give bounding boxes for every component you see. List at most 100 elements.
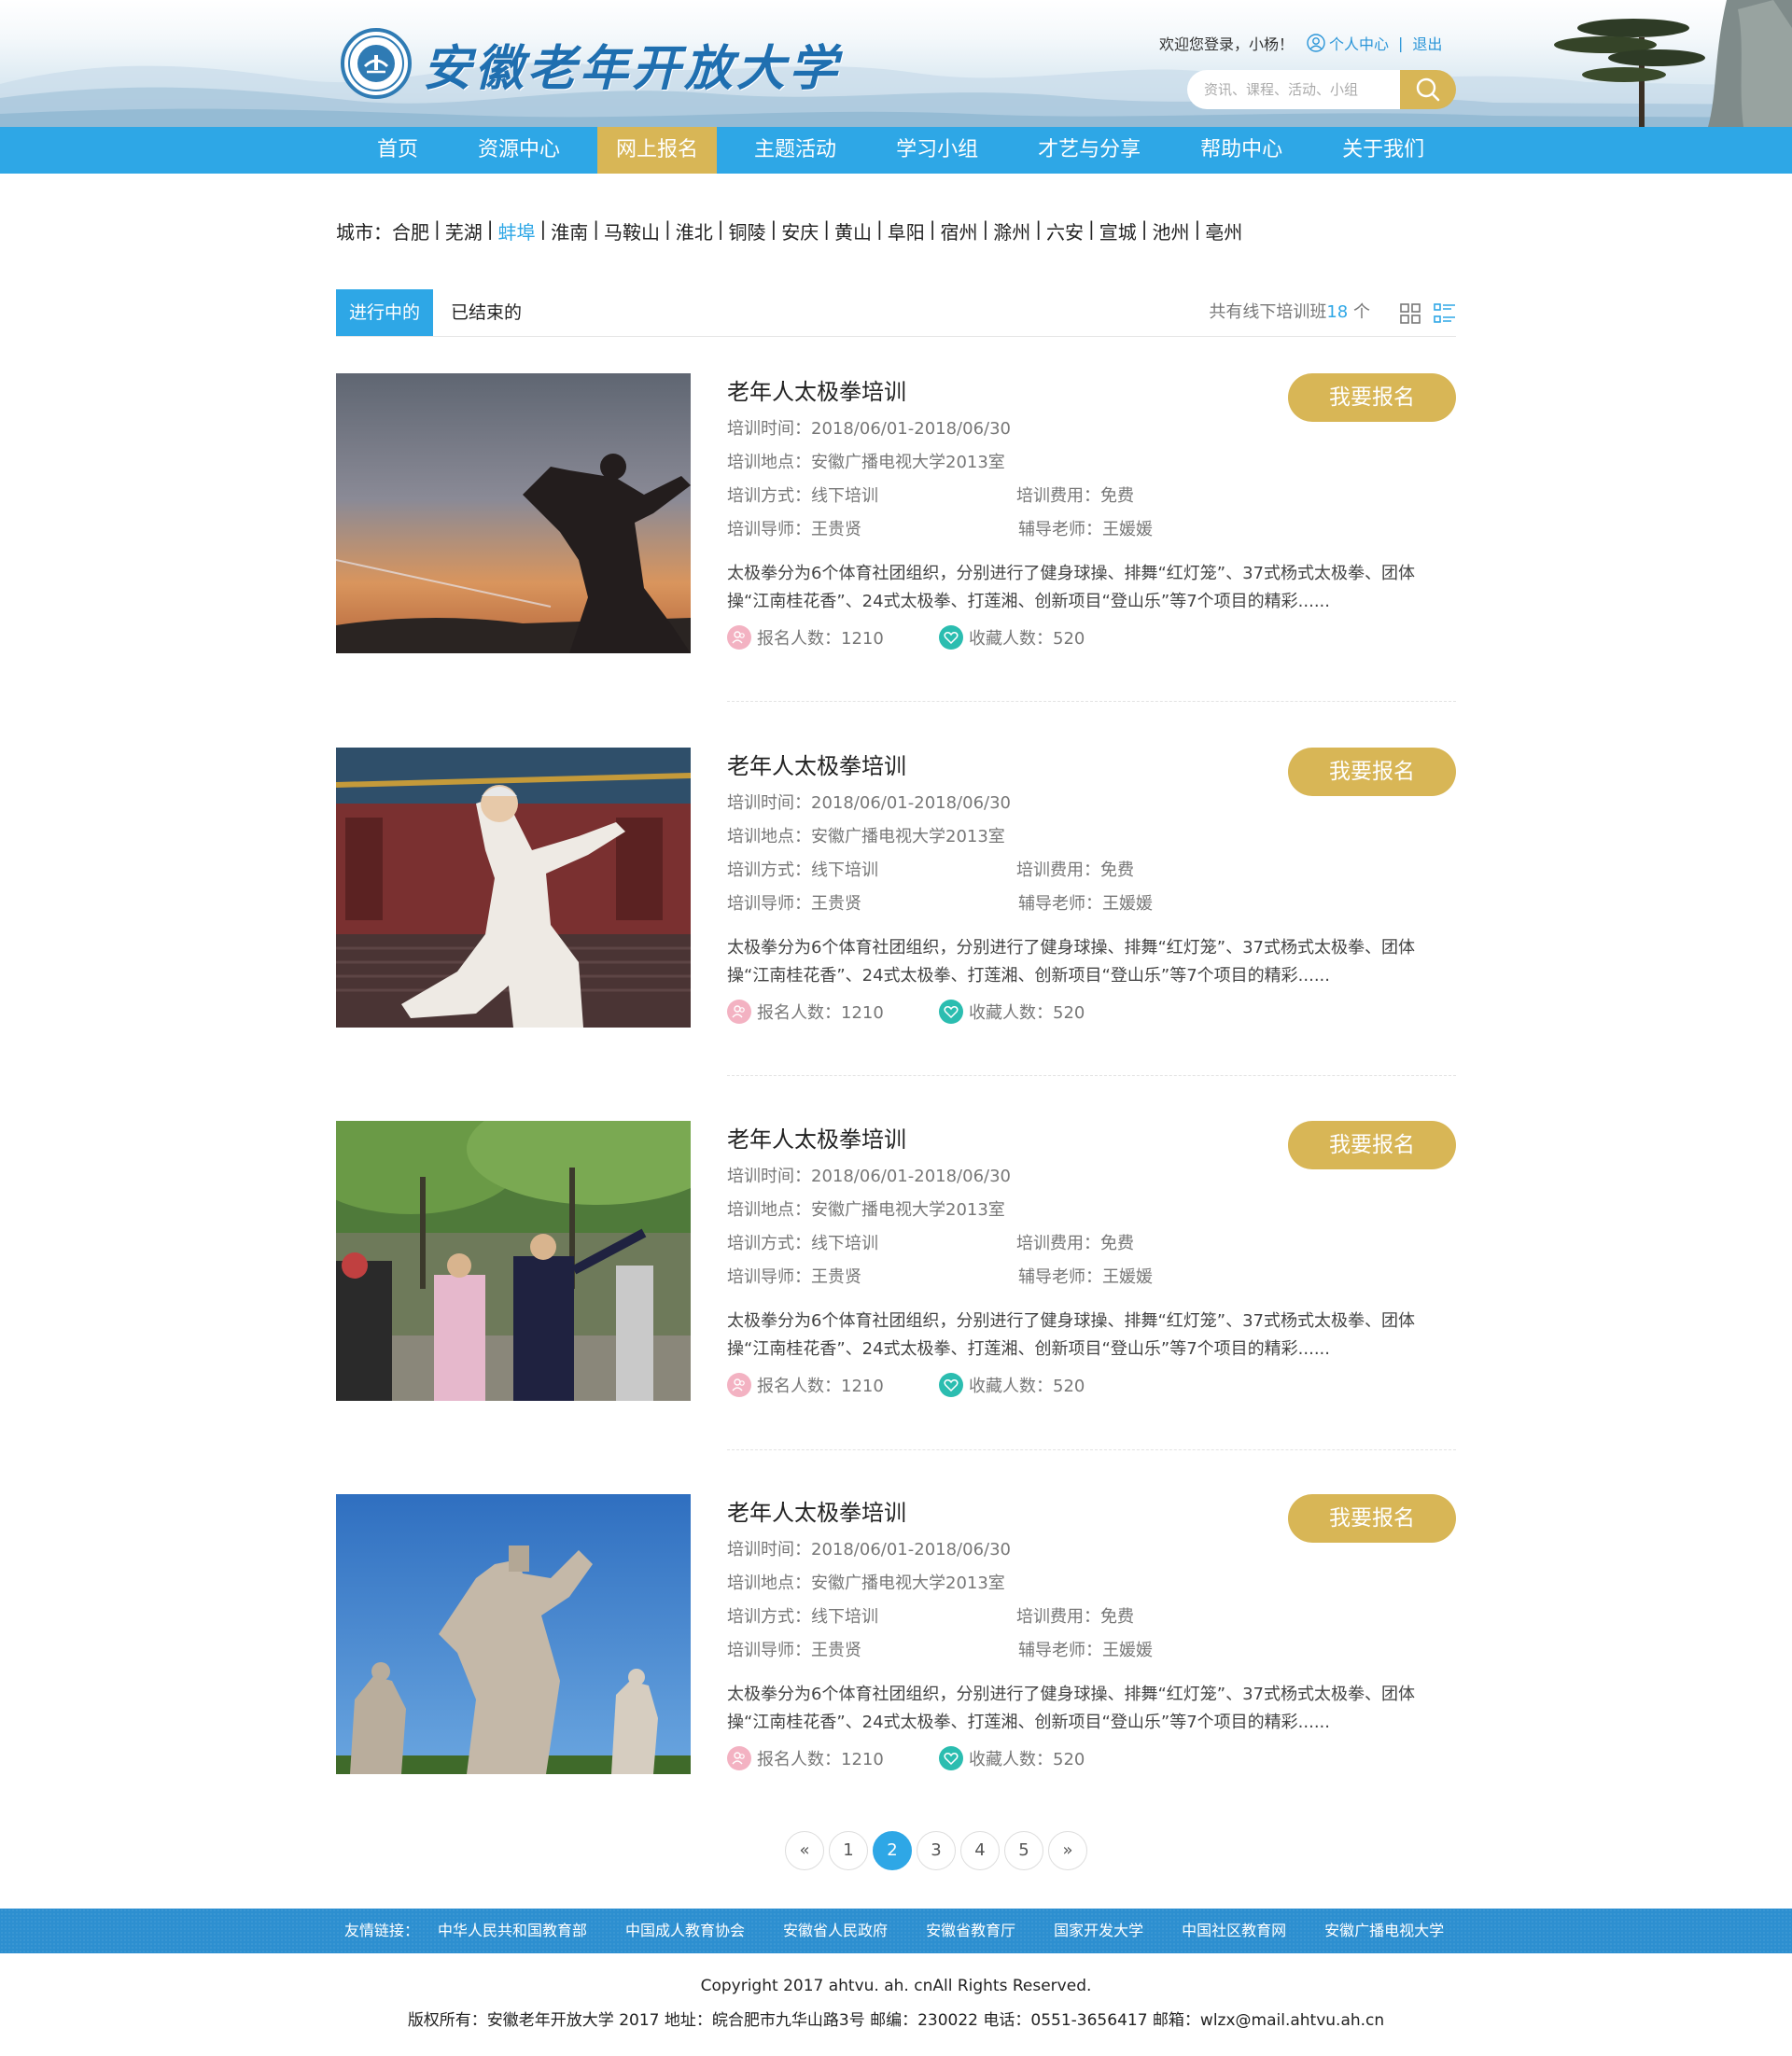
favorite-count-text: 收藏人数：520 — [969, 629, 1085, 649]
total-count: 共有线下培训班18 个 — [1209, 289, 1370, 336]
course-time: 培训时间：2018/06/01-2018/06/30 — [727, 793, 1011, 813]
page-button[interactable]: 3 — [917, 1831, 956, 1870]
course-place: 培训地点：安徽广播电视大学2013室 — [727, 827, 1005, 846]
status-tabs: 进行中的 已结束的 共有线下培训班18 个 — [336, 289, 1456, 337]
city-option[interactable]: 淮北 — [676, 217, 713, 245]
city-option[interactable]: 池州 — [1153, 217, 1190, 245]
city-option[interactable]: 淮南 — [551, 217, 588, 245]
friend-link[interactable]: 国家开发大学 — [1054, 1909, 1143, 1953]
city-option[interactable]: 黄山 — [834, 217, 872, 245]
friend-links-label: 友情链接： — [344, 1922, 420, 1939]
course-mode: 培训方式：线下培训 — [727, 486, 878, 506]
people-icon — [727, 1746, 751, 1770]
page-button-current[interactable]: 2 — [873, 1831, 912, 1870]
nav-item-resources[interactable]: 资源中心 — [455, 127, 582, 174]
course-description: 太极拳分为6个体育社团组织，分别进行了健身球操、排舞“红灯笼”、37式杨式太极拳… — [727, 564, 1416, 611]
course-fee: 培训费用：免费 — [1016, 1234, 1134, 1253]
course-assistant: 辅导老师：王媛媛 — [1018, 1641, 1153, 1660]
course-title[interactable]: 老年人太极拳培训 — [727, 1121, 906, 1154]
signup-count-text: 报名人数：1210 — [757, 1750, 884, 1769]
nav-item-activities[interactable]: 主题活动 — [732, 127, 859, 174]
city-option[interactable]: 宿州 — [941, 217, 978, 245]
course-title[interactable]: 老年人太极拳培训 — [727, 748, 906, 780]
course-time: 培训时间：2018/06/01-2018/06/30 — [727, 1540, 1011, 1559]
page-button[interactable]: 4 — [960, 1831, 1000, 1870]
nav-item-help[interactable]: 帮助中心 — [1178, 127, 1305, 174]
search-button[interactable] — [1400, 70, 1456, 109]
course-mode: 培训方式：线下培训 — [727, 1607, 878, 1627]
total-suffix: 个 — [1348, 302, 1370, 322]
signup-count: 报名人数：1210 — [727, 1373, 884, 1397]
people-icon — [727, 625, 751, 650]
course-title[interactable]: 老年人太极拳培训 — [727, 1494, 906, 1527]
prev-page-button[interactable]: « — [785, 1831, 824, 1870]
heart-icon — [939, 1373, 963, 1397]
welcome-text: 欢迎您登录，小杨！ — [1159, 35, 1295, 53]
item-divider — [727, 1449, 1456, 1450]
nav-item-study-groups[interactable]: 学习小组 — [874, 127, 1001, 174]
pine-tree-image — [1554, 0, 1792, 127]
copyright-text: Copyright 2017 ahtvu. ah. cnAll Rights R… — [700, 1977, 1092, 1995]
logout-link[interactable]: 退出 — [1412, 32, 1442, 54]
friend-link[interactable]: 中国社区教育网 — [1182, 1909, 1286, 1953]
course-image-statue-sunset[interactable] — [336, 373, 691, 653]
signup-button[interactable]: 我要报名 — [1288, 1121, 1456, 1169]
tab-ended[interactable]: 已结束的 — [451, 289, 522, 336]
friend-link[interactable]: 安徽省教育厅 — [926, 1909, 1015, 1953]
favorite-count: 收藏人数：520 — [939, 1373, 1085, 1397]
city-option[interactable]: 滁州 — [993, 217, 1030, 245]
course-image-elderly-man-temple[interactable] — [336, 748, 691, 1028]
city-filter-label: 城市： — [336, 221, 392, 244]
course-image-group-park[interactable] — [336, 1121, 691, 1401]
search-box — [1187, 70, 1456, 109]
course-title[interactable]: 老年人太极拳培训 — [727, 373, 906, 406]
pagination: « 1 2 3 4 5 » — [785, 1831, 1092, 1870]
friend-link[interactable]: 安徽省人民政府 — [783, 1909, 888, 1953]
city-option[interactable]: 马鞍山 — [604, 217, 660, 245]
user-center-link[interactable]: 个人中心 — [1307, 32, 1389, 54]
city-option-selected[interactable]: 蚌埠 — [498, 217, 536, 245]
search-icon — [1416, 77, 1440, 102]
course-mentor: 培训导师：王贵贤 — [727, 1641, 861, 1660]
city-option[interactable]: 芜湖 — [445, 217, 483, 245]
signup-button[interactable]: 我要报名 — [1288, 373, 1456, 422]
item-divider — [727, 701, 1456, 702]
signup-count: 报名人数：1210 — [727, 1746, 884, 1770]
city-option[interactable]: 亳州 — [1205, 217, 1242, 245]
city-option[interactable]: 铜陵 — [729, 217, 766, 245]
friend-link[interactable]: 安徽广播电视大学 — [1324, 1909, 1444, 1953]
favorite-count: 收藏人数：520 — [939, 625, 1085, 650]
city-option[interactable]: 六安 — [1046, 217, 1084, 245]
page-button[interactable]: 1 — [829, 1831, 868, 1870]
course-fee: 培训费用：免费 — [1016, 860, 1134, 880]
course-item: 老年人太极拳培训 我要报名 培训时间：2018/06/01-2018/06/30… — [336, 373, 1456, 653]
list-view-icon[interactable] — [1434, 303, 1456, 324]
next-page-button[interactable]: » — [1048, 1831, 1087, 1870]
search-input[interactable] — [1187, 70, 1400, 109]
page-button[interactable]: 5 — [1004, 1831, 1043, 1870]
city-option[interactable]: 宣城 — [1099, 217, 1137, 245]
item-divider — [727, 1075, 1456, 1076]
nav-item-home[interactable]: 首页 — [355, 127, 441, 174]
city-option[interactable]: 合肥 — [392, 217, 429, 245]
signup-count: 报名人数：1210 — [727, 1000, 884, 1024]
course-fee: 培训费用：免费 — [1016, 486, 1134, 506]
course-item: 老年人太极拳培训 我要报名 培训时间：2018/06/01-2018/06/30… — [336, 1121, 1456, 1401]
friend-link[interactable]: 中华人民共和国教育部 — [438, 1909, 587, 1953]
signup-count-text: 报名人数：1210 — [757, 629, 884, 649]
link-separator: | — [1398, 34, 1404, 52]
signup-button[interactable]: 我要报名 — [1288, 748, 1456, 796]
tab-ongoing[interactable]: 进行中的 — [336, 289, 433, 336]
course-image-stone-statues[interactable] — [336, 1494, 691, 1774]
course-place: 培训地点：安徽广播电视大学2013室 — [727, 1200, 1005, 1220]
site-logo[interactable]: 安徽老年开放大学 — [341, 28, 841, 99]
nav-item-online-signup[interactable]: 网上报名 — [597, 127, 718, 174]
city-option[interactable]: 阜阳 — [888, 217, 925, 245]
grid-view-icon[interactable] — [1400, 303, 1421, 324]
signup-button[interactable]: 我要报名 — [1288, 1494, 1456, 1543]
nav-item-talent-share[interactable]: 才艺与分享 — [1015, 127, 1163, 174]
favorite-count: 收藏人数：520 — [939, 1000, 1085, 1024]
nav-item-about[interactable]: 关于我们 — [1320, 127, 1447, 174]
friend-link[interactable]: 中国成人教育协会 — [625, 1909, 745, 1953]
city-option[interactable]: 安庆 — [781, 217, 819, 245]
